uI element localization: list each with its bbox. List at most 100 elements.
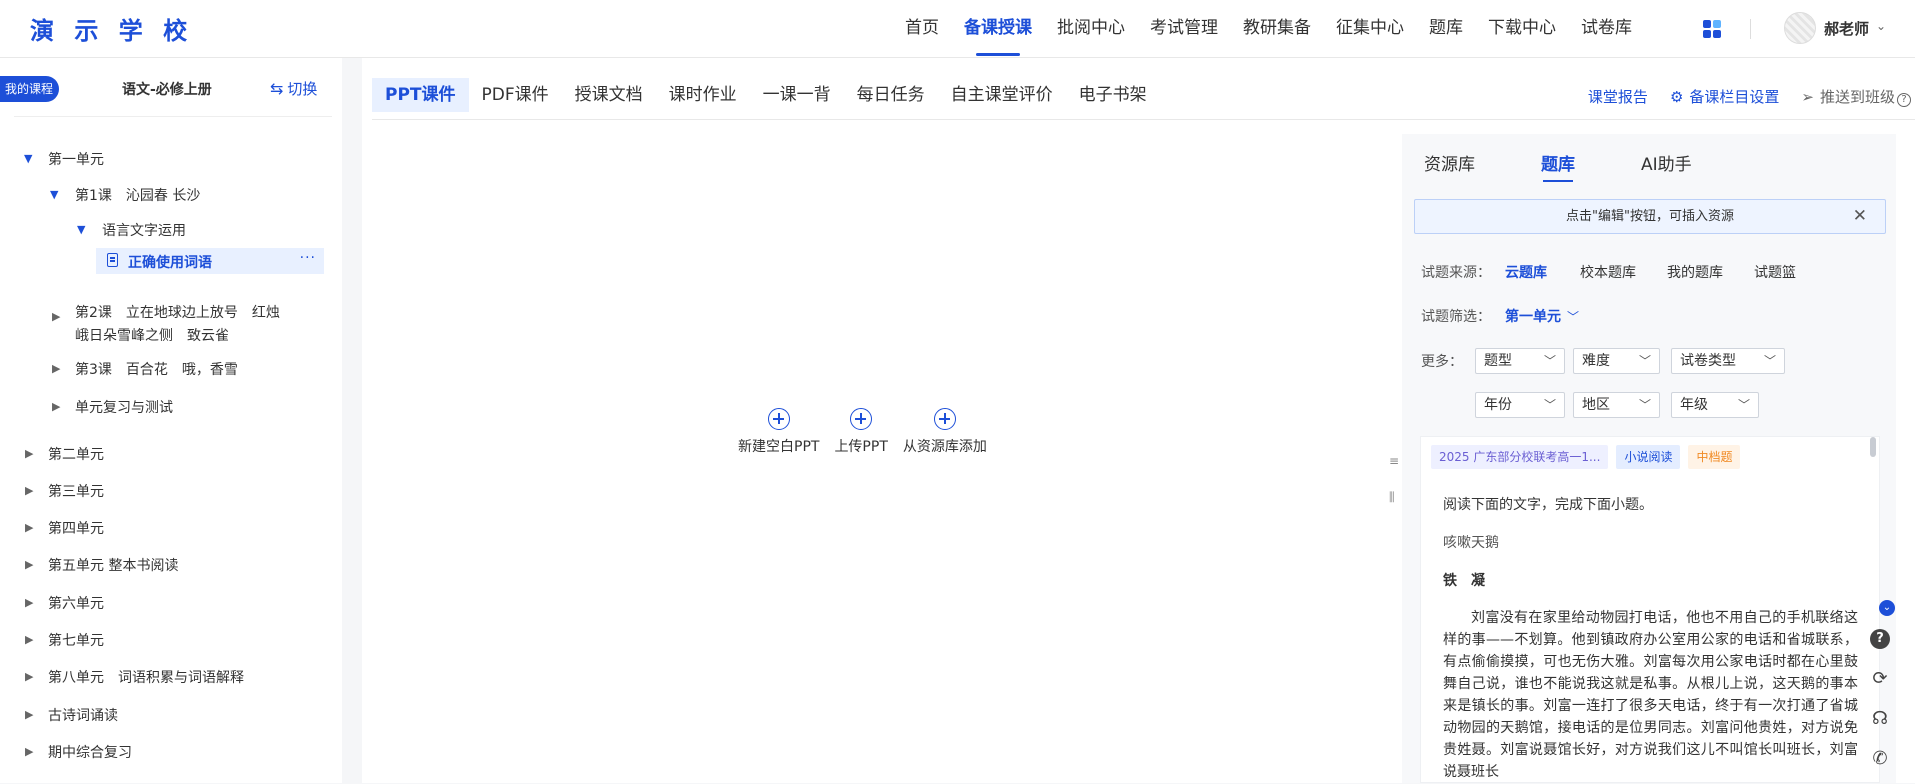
tab-ebook-shelf[interactable]: 电子书架 — [1066, 78, 1160, 112]
tab-self-evaluation[interactable]: 自主课堂评价 — [938, 78, 1066, 112]
new-blank-ppt-button[interactable]: 新建空白PPT — [738, 408, 819, 456]
tab-homework[interactable]: 课时作业 — [656, 78, 750, 112]
select-region[interactable]: 地区 ﹀ — [1573, 392, 1660, 418]
nav-item-collection[interactable]: 征集中心 — [1336, 0, 1404, 58]
caret-right-icon[interactable]: ▶ — [25, 484, 33, 497]
caret-right-icon[interactable]: ▶ — [25, 745, 33, 758]
switch-course-button[interactable]: ⇆ 切换 — [270, 78, 317, 99]
question-card[interactable]: 2025 广东部分校联考高一1... 小说阅读 中档题 阅读下面的文字，完成下面… — [1420, 436, 1880, 783]
select-label: 题型 — [1484, 353, 1512, 369]
document-icon — [107, 253, 118, 267]
tree-unit[interactable]: 古诗词诵读 — [48, 705, 118, 725]
caret-right-icon[interactable]: ▶ — [25, 596, 33, 609]
caret-right-icon[interactable]: ▶ — [52, 362, 60, 375]
caret-right-icon[interactable]: ▶ — [25, 521, 33, 534]
tab-pdf[interactable]: PDF课件 — [469, 78, 562, 112]
select-difficulty[interactable]: 难度 ﹀ — [1573, 348, 1660, 374]
plus-circle-icon — [850, 408, 873, 430]
tree-unit[interactable]: 第八单元 词语积累与词语解释 — [48, 667, 244, 687]
collapse-icon[interactable]: ⫼ — [1389, 479, 1403, 515]
tree-unit[interactable]: 第二单元 — [48, 444, 104, 464]
tree-unit-1[interactable]: 第一单元 — [48, 149, 104, 169]
add-from-library-button[interactable]: 从资源库添加 — [903, 408, 987, 456]
caret-right-icon[interactable]: ▶ — [52, 310, 60, 323]
tree-unit[interactable]: 第四单元 — [48, 518, 104, 538]
chevron-down-icon: ﹀ — [1763, 354, 1776, 368]
caret-right-icon[interactable]: ▶ — [25, 558, 33, 571]
caret-right-icon[interactable]: ▶ — [25, 633, 33, 646]
class-report-link[interactable]: 课堂报告 — [1588, 86, 1648, 107]
tree-lesson-1[interactable]: 第1课 沁园春 长沙 — [75, 185, 200, 205]
select-paper-type[interactable]: 试卷类型 ﹀ — [1671, 348, 1785, 374]
unit-filter[interactable]: 第一单元 ﹀ — [1505, 306, 1579, 326]
tab-daily-task[interactable]: 每日任务 — [844, 78, 938, 112]
tree-section-language[interactable]: 语言文字运用 — [102, 220, 186, 240]
user-name[interactable]: 郝老师 — [1824, 18, 1869, 39]
close-icon[interactable]: ✕ — [1853, 200, 1867, 233]
nav-item-downloads[interactable]: 下载中心 — [1488, 0, 1556, 58]
select-grade[interactable]: 年级 ﹀ — [1671, 392, 1759, 418]
tree-lesson-2-cont[interactable]: 峨日朵雪峰之侧 致云雀 — [75, 325, 229, 345]
nav-item-research[interactable]: 教研集备 — [1243, 0, 1311, 58]
my-course-badge[interactable]: 我的课程 — [0, 76, 60, 102]
tab-ppt[interactable]: PPT课件 — [372, 78, 469, 112]
list-icon[interactable]: ≡ — [1389, 443, 1403, 479]
select-label: 试卷类型 — [1680, 353, 1736, 369]
nav-item-grading[interactable]: 批阅中心 — [1057, 0, 1125, 58]
nav-item-exams[interactable]: 考试管理 — [1150, 0, 1218, 58]
apps-grid-icon[interactable] — [1703, 20, 1721, 38]
tree-unit[interactable]: 第六单元 — [48, 593, 104, 613]
tab-recite[interactable]: 一课一背 — [750, 78, 844, 112]
tree-unit-review[interactable]: 单元复习与测试 — [75, 397, 173, 417]
filter-label: 试题筛选： — [1421, 309, 1491, 325]
tree-unit[interactable]: 第七单元 — [48, 630, 104, 650]
tab-resource-library[interactable]: 资源库 — [1424, 150, 1475, 175]
tree-unit[interactable]: 第三单元 — [48, 481, 104, 501]
school-logo[interactable]: 演 示 学 校 — [30, 11, 193, 46]
help-icon[interactable]: ? — [1897, 93, 1911, 107]
source-mine[interactable]: 我的题库 — [1667, 262, 1723, 282]
caret-right-icon[interactable]: ▶ — [25, 670, 33, 683]
tree-lesson-3[interactable]: 第3课 百合花 哦，香雪 — [75, 359, 238, 379]
source-basket[interactable]: 试题篮 — [1754, 262, 1796, 282]
tab-ai-assistant[interactable]: AI助手 — [1641, 150, 1692, 175]
caret-down-icon[interactable]: ▼ — [77, 223, 85, 236]
headset-icon[interactable]: ☊ — [1865, 704, 1895, 734]
chevron-down-icon: ﹀ — [1543, 398, 1556, 412]
tag-question-type: 小说阅读 — [1616, 445, 1681, 469]
more-icon[interactable]: ··· — [300, 250, 316, 266]
gear-icon: ⚙ — [1669, 88, 1684, 106]
tab-question-bank[interactable]: 题库 — [1541, 150, 1575, 182]
avatar[interactable] — [1784, 12, 1816, 44]
push-to-class-link[interactable]: ➢ 推送到班级? — [1801, 86, 1911, 107]
nav-item-home[interactable]: 首页 — [905, 0, 939, 58]
caret-down-icon[interactable]: ▼ — [50, 188, 58, 201]
caret-right-icon[interactable]: ▶ — [25, 708, 33, 721]
caret-down-icon[interactable]: ▼ — [24, 152, 32, 165]
nav-item-question-bank[interactable]: 题库 — [1429, 0, 1463, 58]
select-question-type[interactable]: 题型 ﹀ — [1475, 348, 1565, 374]
scroll-down-icon[interactable]: ⌄ — [1879, 600, 1895, 616]
tree-lesson-2[interactable]: 第2课 立在地球边上放号 红烛 — [75, 302, 280, 322]
send-icon: ➢ — [1801, 88, 1814, 106]
tree-unit[interactable]: 期中综合复习 — [48, 742, 132, 762]
select-year[interactable]: 年份 ﹀ — [1475, 392, 1565, 418]
tree-item-active[interactable]: 正确使用词语 ··· — [96, 248, 324, 274]
tag-exam-source: 2025 广东部分校联考高一1... — [1431, 445, 1609, 469]
column-settings-link[interactable]: ⚙ 备课栏目设置 — [1670, 86, 1779, 107]
caret-right-icon[interactable]: ▶ — [52, 400, 60, 413]
caret-right-icon[interactable]: ▶ — [25, 447, 33, 460]
phone-icon[interactable]: ✆ — [1865, 744, 1895, 774]
scroll-thumb[interactable] — [1870, 437, 1876, 457]
tab-lecture-doc[interactable]: 授课文档 — [562, 78, 656, 112]
source-cloud[interactable]: 云题库 — [1505, 262, 1547, 282]
nav-item-paper-bank[interactable]: 试卷库 — [1581, 0, 1632, 58]
chevron-down-icon[interactable]: ⌄ — [1876, 19, 1886, 33]
chevron-down-icon: ﹀ — [1638, 354, 1651, 368]
refresh-icon[interactable]: ⟳ — [1865, 664, 1895, 694]
source-school[interactable]: 校本题库 — [1580, 262, 1636, 282]
tree-unit[interactable]: 第五单元 整本书阅读 — [48, 555, 178, 575]
nav-item-lesson-prep[interactable]: 备课授课 — [964, 0, 1032, 58]
help-button[interactable]: ? — [1865, 624, 1895, 654]
upload-ppt-button[interactable]: 上传PPT — [834, 408, 888, 456]
